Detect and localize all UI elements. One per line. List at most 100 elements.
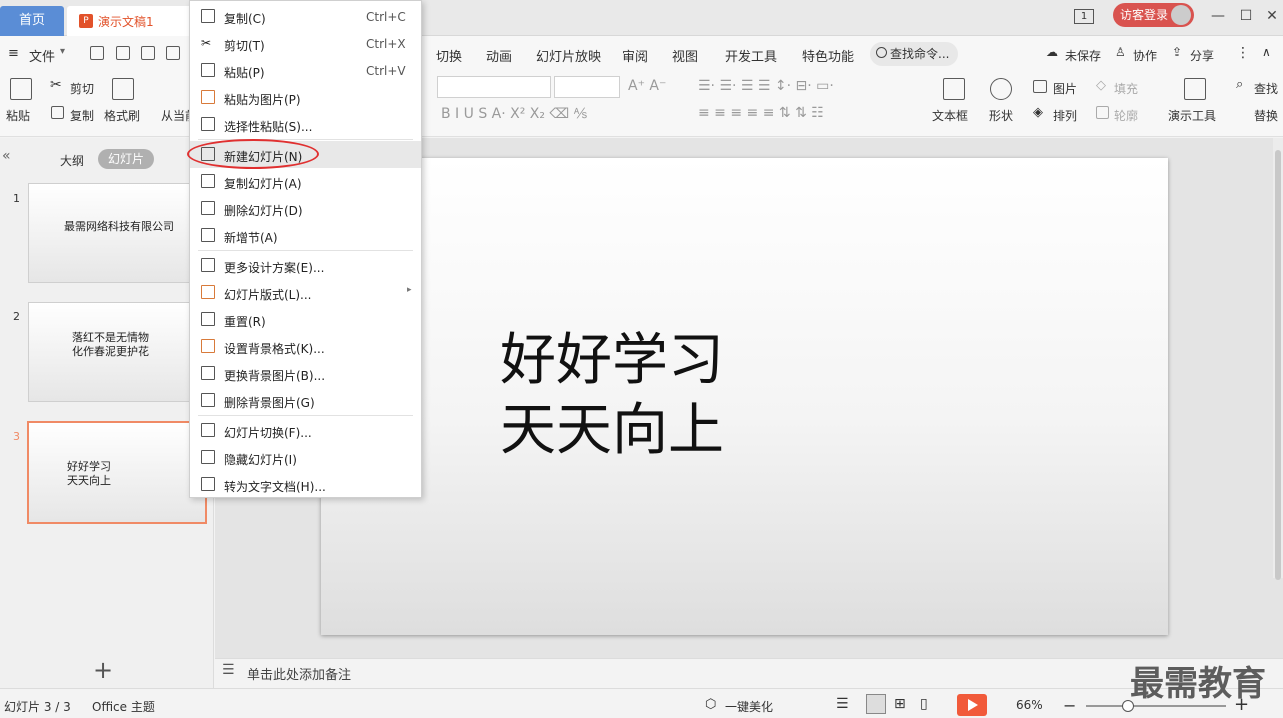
menu-item-hide-slide[interactable]: 隐藏幻灯片(I) bbox=[190, 444, 421, 471]
menu-item-paste[interactable]: 粘贴(P) Ctrl+V bbox=[190, 57, 421, 84]
save-icon[interactable] bbox=[90, 46, 104, 60]
arrange-button[interactable]: 排列 bbox=[1053, 107, 1077, 124]
scrollbar-thumb[interactable] bbox=[1275, 150, 1281, 580]
replace-button[interactable]: 替换 bbox=[1254, 107, 1278, 124]
export-icon[interactable] bbox=[116, 46, 130, 60]
add-slide-button[interactable]: + bbox=[93, 656, 113, 684]
sorter-view-icon[interactable]: ⊞ bbox=[894, 696, 906, 712]
present-tools-icon[interactable] bbox=[1184, 78, 1206, 100]
menu-item-delete-slide[interactable]: 删除幻灯片(D) bbox=[190, 195, 421, 222]
reading-view-icon[interactable]: ▯ bbox=[920, 696, 928, 712]
play-slideshow-button[interactable] bbox=[957, 694, 987, 716]
tab-animation[interactable]: 动画 bbox=[486, 46, 512, 65]
tab-review[interactable]: 审阅 bbox=[622, 46, 648, 65]
tab-slideshow[interactable]: 幻灯片放映 bbox=[536, 46, 601, 65]
menu-item-paste-special[interactable]: 选择性粘贴(S)... bbox=[190, 111, 421, 138]
slide-thumbnail-1[interactable]: 最需网络科技有限公司 bbox=[28, 183, 206, 283]
maximize-button[interactable]: ☐ bbox=[1236, 6, 1256, 26]
grow-font-icon[interactable]: A⁺ A⁻ bbox=[628, 78, 666, 94]
shape-button[interactable]: 形状 bbox=[989, 107, 1013, 124]
format-painter-icon[interactable] bbox=[112, 78, 134, 100]
avatar bbox=[1171, 5, 1191, 25]
format-painter-button[interactable]: 格式刷 bbox=[104, 107, 140, 124]
font-family-select[interactable] bbox=[437, 76, 551, 98]
list-icons[interactable]: ☰· ☰· ☰ ☰ ↕· ⊟· ▭· bbox=[698, 78, 834, 94]
more-icon[interactable]: ⋮ bbox=[1236, 45, 1250, 61]
menu-item-more-designs[interactable]: 更多设计方案(E)... bbox=[190, 252, 421, 279]
menu-item-cut[interactable]: ✂ 剪切(T) Ctrl+X bbox=[190, 30, 421, 57]
preview-icon[interactable] bbox=[166, 46, 180, 60]
menu-item-copy[interactable]: 复制(C) Ctrl+C bbox=[190, 3, 421, 30]
notes-placeholder[interactable]: 单击此处添加备注 bbox=[247, 664, 351, 683]
tab-document[interactable]: P 演示文稿1 bbox=[67, 6, 192, 36]
minimize-button[interactable]: — bbox=[1208, 6, 1228, 26]
slide-number: 3 bbox=[13, 430, 20, 443]
slide-thumbnail-3[interactable]: 好好学习 天天向上 bbox=[27, 421, 207, 524]
tab-view[interactable]: 视图 bbox=[672, 46, 698, 65]
paste-icon[interactable] bbox=[10, 78, 32, 100]
zoom-slider[interactable] bbox=[1086, 705, 1226, 707]
align-icons[interactable]: ≡ ≡ ≡ ≡ ≡ ⇅ ⇅ ☷ bbox=[698, 105, 824, 121]
menu-item-delete-background[interactable]: 删除背景图片(G) bbox=[190, 387, 421, 414]
collapse-panel-icon[interactable]: « bbox=[2, 148, 11, 164]
font-size-select[interactable] bbox=[554, 76, 620, 98]
notes-toggle-icon[interactable]: ☰ bbox=[836, 696, 849, 712]
current-slide[interactable] bbox=[321, 158, 1168, 635]
beautify-button[interactable]: 一键美化 bbox=[725, 698, 773, 715]
menu-item-new-section[interactable]: 新增节(A) bbox=[190, 222, 421, 249]
menu-item-reset[interactable]: 重置(R) bbox=[190, 306, 421, 333]
unsaved-status[interactable]: 未保存 bbox=[1065, 47, 1101, 64]
window-count-badge[interactable]: 1 bbox=[1074, 9, 1094, 24]
reset-icon bbox=[201, 312, 215, 326]
menu-item-convert-document[interactable]: 转为文字文档(H)... bbox=[190, 471, 421, 498]
paste-icon bbox=[201, 63, 215, 77]
present-tools-button[interactable]: 演示工具 bbox=[1168, 107, 1216, 124]
highlight-annotation bbox=[187, 139, 319, 169]
tab-features[interactable]: 特色功能 bbox=[802, 46, 854, 65]
outline-button[interactable]: 轮廓 bbox=[1114, 107, 1138, 124]
tab-slides[interactable]: 幻灯片 bbox=[98, 149, 154, 169]
menu-item-slide-layout[interactable]: 幻灯片版式(L)... ▸ bbox=[190, 279, 421, 306]
menu-item-duplicate-slide[interactable]: 复制幻灯片(A) bbox=[190, 168, 421, 195]
zoom-level[interactable]: 66% bbox=[1016, 698, 1043, 712]
shape-icon[interactable] bbox=[990, 78, 1012, 100]
collapse-ribbon-icon[interactable]: ∧ bbox=[1262, 45, 1271, 59]
menu-item-label: 复制(C) bbox=[224, 12, 266, 26]
tab-transition[interactable]: 切换 bbox=[436, 46, 462, 65]
find-button[interactable]: 查找 bbox=[1254, 80, 1278, 97]
arrange-icon: ◈ bbox=[1033, 105, 1043, 120]
menu-item-paste-as-image[interactable]: 粘贴为图片(P) bbox=[190, 84, 421, 111]
format-icons[interactable]: B I U S A· X² X₂ ⌫ ⅍ bbox=[441, 105, 587, 122]
share-button[interactable]: 分享 bbox=[1190, 47, 1214, 64]
tab-home[interactable]: 首页 bbox=[0, 6, 64, 36]
copy-button[interactable]: 复制 bbox=[70, 107, 94, 124]
menu-item-transition[interactable]: 幻灯片切换(F)... bbox=[190, 417, 421, 444]
theme-name[interactable]: Office 主题 bbox=[92, 698, 155, 715]
vertical-scrollbar[interactable] bbox=[1273, 138, 1283, 580]
chevron-down-icon[interactable]: ▾ bbox=[60, 46, 65, 57]
textbox-button[interactable]: 文本框 bbox=[932, 107, 968, 124]
slide-thumbnail-2[interactable]: 落红不是无情物 化作春泥更护花 bbox=[28, 302, 206, 402]
fill-button[interactable]: 填充 bbox=[1114, 80, 1138, 97]
command-search[interactable]: 查找命令... bbox=[870, 42, 958, 66]
login-button[interactable]: 访客登录 bbox=[1113, 3, 1194, 27]
picture-button[interactable]: 图片 bbox=[1053, 80, 1077, 97]
close-button[interactable]: ✕ bbox=[1262, 6, 1282, 26]
tab-developer[interactable]: 开发工具 bbox=[725, 46, 777, 65]
normal-view-icon[interactable] bbox=[866, 694, 886, 714]
textbox-icon[interactable] bbox=[943, 78, 965, 100]
menu-item-change-background[interactable]: 更换背景图片(B)... bbox=[190, 360, 421, 387]
print-icon[interactable] bbox=[141, 46, 155, 60]
duplicate-slide-icon bbox=[201, 174, 215, 188]
menu-item-label: 重置(R) bbox=[224, 315, 266, 329]
zoom-out-button[interactable]: − bbox=[1063, 696, 1076, 715]
file-menu[interactable]: 文件 bbox=[29, 46, 55, 65]
paste-button[interactable]: 粘贴 bbox=[6, 107, 30, 124]
slide-text-line: 天天向上 bbox=[500, 398, 724, 463]
collab-button[interactable]: 协作 bbox=[1133, 47, 1157, 64]
cut-button[interactable]: 剪切 bbox=[70, 80, 94, 97]
menu-item-background-format[interactable]: 设置背景格式(K)... bbox=[190, 333, 421, 360]
hamburger-icon[interactable]: ≡ bbox=[8, 46, 19, 61]
slide-text-box[interactable]: 好好学习 天天向上 bbox=[500, 326, 724, 466]
tab-outline[interactable]: 大纲 bbox=[60, 152, 84, 169]
